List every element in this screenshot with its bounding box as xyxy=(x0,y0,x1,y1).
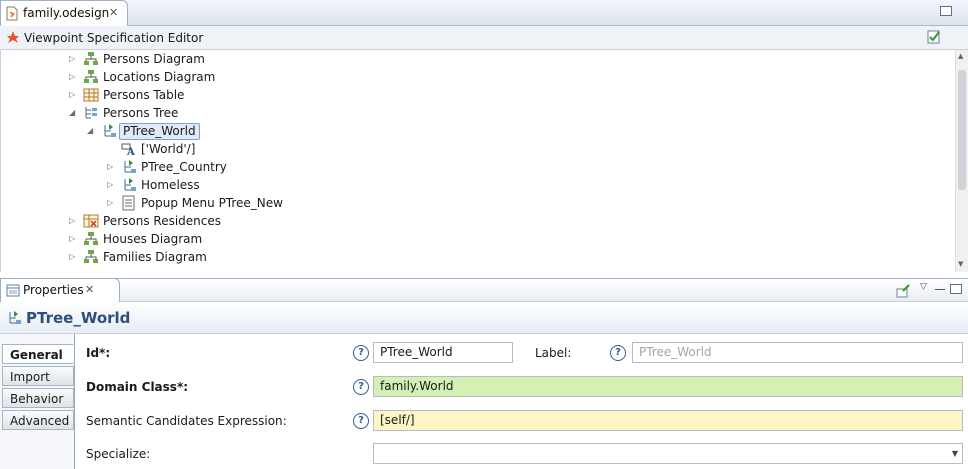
tab-import[interactable]: Import xyxy=(2,366,74,386)
tree-item-label: Locations Diagram xyxy=(103,70,216,84)
tree-item-label: Homeless xyxy=(141,178,200,192)
chevron-down-icon[interactable]: ▼ xyxy=(952,444,958,463)
properties-header: PTree_World xyxy=(0,302,968,334)
tree-item-icon xyxy=(124,178,136,191)
svg-text:A: A xyxy=(126,147,135,157)
tree-description-icon xyxy=(85,107,97,119)
help-icon[interactable]: ? xyxy=(353,379,369,395)
tree-item-label: ['World'/] xyxy=(141,142,196,156)
tab-general[interactable]: General xyxy=(2,344,74,364)
diagram-icon xyxy=(84,232,98,245)
expanded-twisty-icon[interactable]: ◢ xyxy=(69,104,77,122)
collapsed-twisty-icon[interactable]: ▷ xyxy=(69,212,77,230)
tree-item-label: PTree_Country xyxy=(141,160,227,174)
editor-tab-label: family.odesign xyxy=(23,6,110,20)
label-expression-icon: A xyxy=(121,143,135,157)
tree-item-label: Persons Diagram xyxy=(103,52,205,66)
diagram-icon xyxy=(84,250,98,263)
odesign-file-icon xyxy=(6,6,18,21)
tree-item-label: PTree_World xyxy=(119,123,200,140)
label-field[interactable]: PTree_World xyxy=(632,342,963,363)
editor-title: Viewpoint Specification Editor xyxy=(24,31,204,45)
collapsed-twisty-icon[interactable]: ▷ xyxy=(69,248,77,266)
collapsed-twisty-icon[interactable]: ▷ xyxy=(69,86,77,104)
id-label: Id*: xyxy=(86,346,111,360)
tree-item-label: Houses Diagram xyxy=(103,232,203,246)
table-icon xyxy=(83,88,99,102)
domain-class-field[interactable]: family.World xyxy=(373,376,963,397)
collapsed-twisty-icon[interactable]: ▷ xyxy=(69,50,77,68)
cross-table-icon xyxy=(83,214,99,228)
help-icon[interactable]: ? xyxy=(353,345,369,361)
tree-item-icon xyxy=(9,311,21,324)
tree-item-icon xyxy=(104,124,116,137)
close-icon[interactable]: ✕ xyxy=(109,6,118,19)
pin-icon[interactable] xyxy=(895,283,911,299)
validate-icon[interactable] xyxy=(926,29,942,45)
id-field[interactable]: PTree_World xyxy=(373,342,513,363)
minimize-icon[interactable] xyxy=(935,289,945,290)
scroll-up-icon[interactable]: ▲ xyxy=(958,52,963,60)
collapsed-twisty-icon[interactable]: ▷ xyxy=(69,68,77,86)
collapsed-twisty-icon[interactable]: ▷ xyxy=(107,158,115,176)
collapsed-twisty-icon[interactable]: ▷ xyxy=(69,230,77,248)
general-form: Id*: ? PTree_World Label: ? PTree_World … xyxy=(76,334,968,469)
properties-tab[interactable]: Properties ✕ xyxy=(0,278,120,302)
collapsed-twisty-icon[interactable]: ▷ xyxy=(107,176,115,194)
tab-behavior[interactable]: Behavior xyxy=(2,388,74,408)
collapsed-twisty-icon[interactable]: ▷ xyxy=(107,194,115,212)
editor-tab-bar xyxy=(0,0,968,26)
close-icon[interactable]: ✕ xyxy=(85,283,94,296)
properties-tab-bar: ▽ xyxy=(0,278,968,302)
semantic-candidates-field[interactable]: [self/] xyxy=(373,410,963,431)
scroll-down-icon[interactable]: ▼ xyxy=(958,260,963,268)
view-menu-icon[interactable]: ▽ xyxy=(920,282,927,292)
diagram-icon xyxy=(84,52,98,65)
popup-menu-icon xyxy=(122,195,135,211)
tree-item-label: Persons Residences xyxy=(103,214,221,228)
editor-tab-family-odesign[interactable]: family.odesign ✕ xyxy=(0,0,128,26)
semantic-candidates-label: Semantic Candidates Expression: xyxy=(86,414,287,428)
tree-item-icon xyxy=(124,160,136,173)
properties-element-title: PTree_World xyxy=(26,309,131,327)
tree-item-label: Persons Tree xyxy=(103,106,179,120)
tree-item-label: Persons Table xyxy=(103,88,185,102)
sirius-logo-icon xyxy=(7,31,19,43)
properties-icon xyxy=(6,284,20,297)
properties-side-tabs: General Import Behavior Advanced xyxy=(0,334,75,469)
domain-class-label: Domain Class*: xyxy=(86,380,189,394)
tree-item-label: Families Diagram xyxy=(103,250,207,264)
editor-header: Viewpoint Specification Editor xyxy=(0,26,968,50)
tab-advanced[interactable]: Advanced xyxy=(2,410,74,430)
help-icon[interactable]: ? xyxy=(353,413,369,429)
properties-tab-label: Properties xyxy=(23,283,84,297)
help-icon[interactable]: ? xyxy=(610,345,626,361)
specialize-label: Specialize: xyxy=(86,447,151,461)
label-label: Label: xyxy=(535,346,572,360)
tree-item-label: Popup Menu PTree_New xyxy=(141,196,283,210)
tree-scrollbar[interactable]: ▲ ▼ xyxy=(955,50,968,272)
scrollbar-thumb[interactable] xyxy=(958,70,966,190)
expanded-twisty-icon[interactable]: ◢ xyxy=(87,122,95,140)
maximize-icon[interactable] xyxy=(950,284,962,294)
minimize-icon[interactable] xyxy=(940,6,952,16)
specialize-select[interactable]: ▼ xyxy=(373,443,963,464)
viewpoint-tree: ▷ Persons Diagram ▷ Locations Diagram ▷ … xyxy=(0,50,958,272)
diagram-icon xyxy=(84,70,98,83)
